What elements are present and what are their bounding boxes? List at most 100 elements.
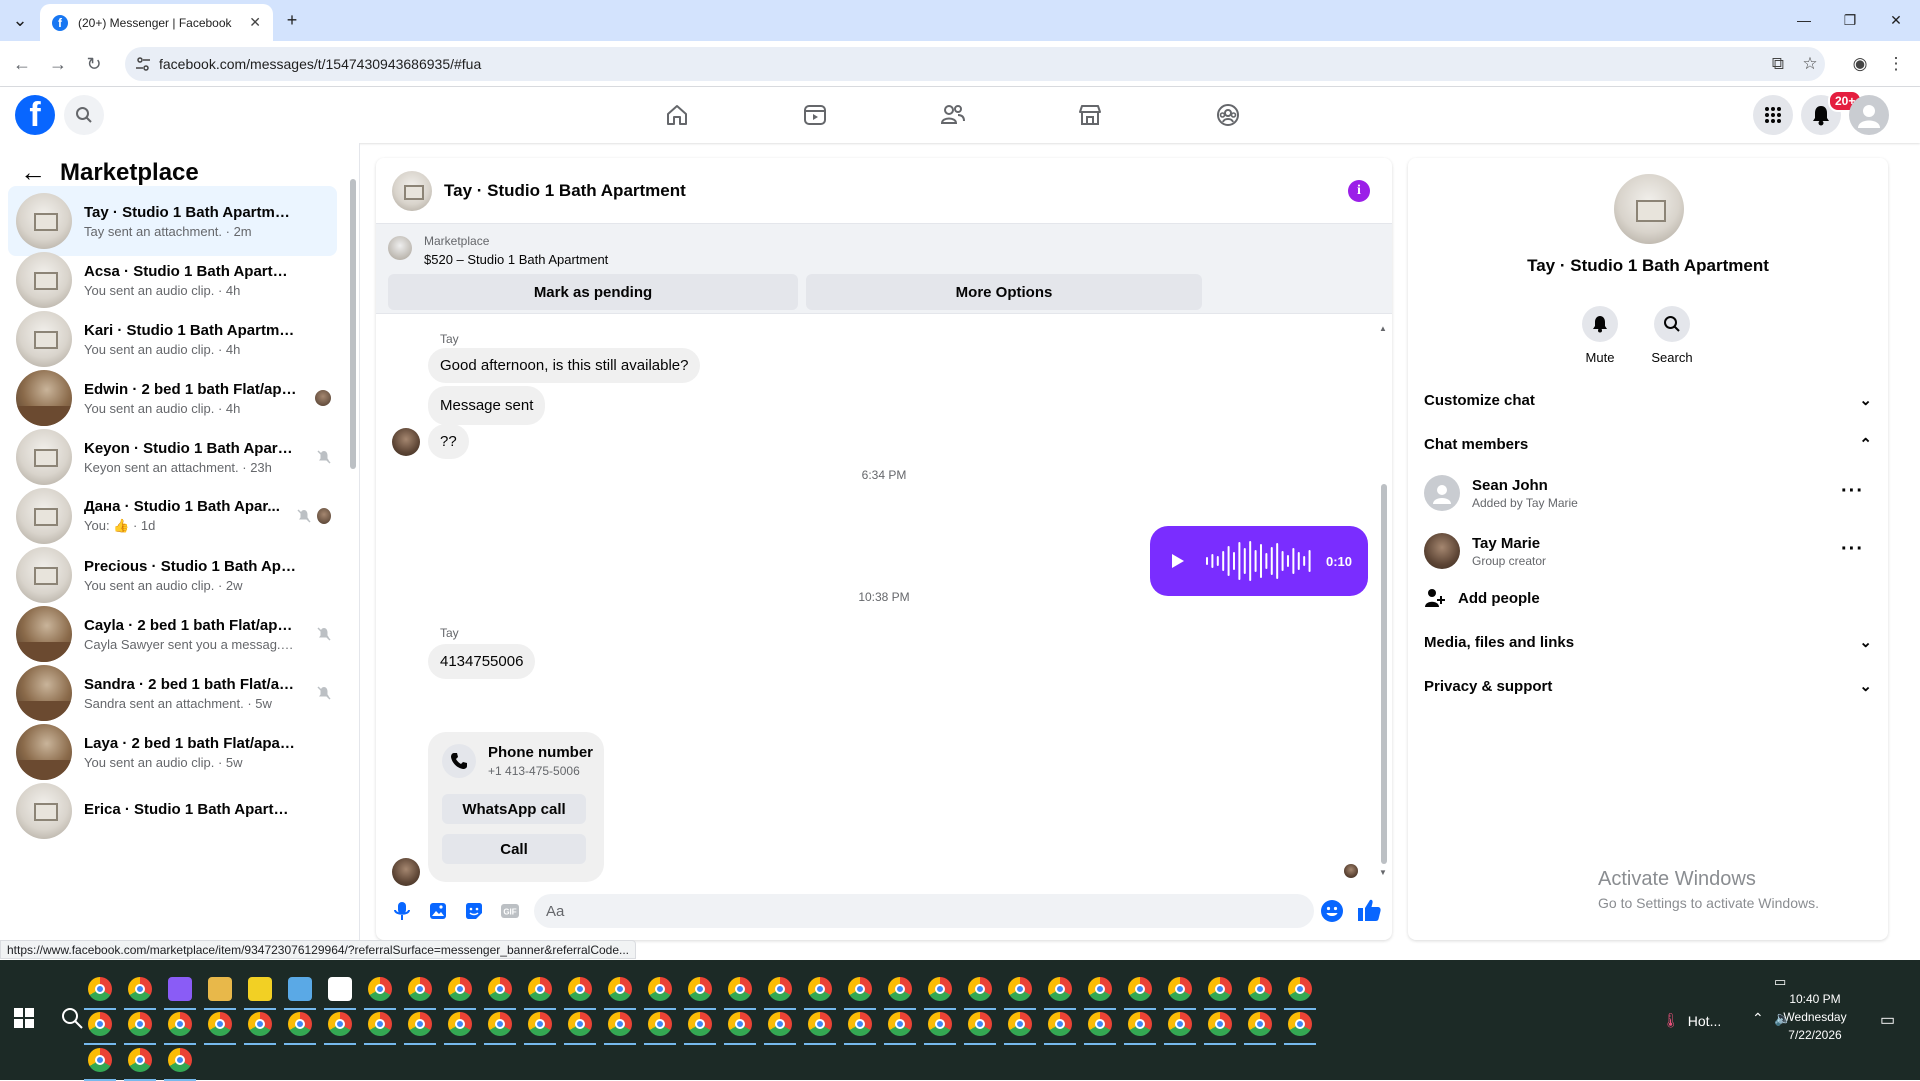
- chrome-icon[interactable]: [888, 1012, 912, 1036]
- chrome-icon[interactable]: [1208, 1012, 1232, 1036]
- message-bubble[interactable]: ??: [428, 424, 469, 459]
- chrome-icon[interactable]: [1208, 977, 1232, 1001]
- message-bubble[interactable]: Message sent: [428, 386, 546, 425]
- message-input[interactable]: [534, 894, 1314, 928]
- audio-waveform[interactable]: [1204, 539, 1314, 583]
- phone-number-card[interactable]: Phone number +1 413-475-5006 WhatsApp ca…: [428, 732, 604, 882]
- chrome-icon[interactable]: [448, 1012, 472, 1036]
- chrome-icon[interactable]: [1288, 977, 1312, 1001]
- back-arrow-icon[interactable]: ←: [20, 157, 46, 188]
- nav-marketplace[interactable]: [1035, 93, 1145, 137]
- chat-scrollbar[interactable]: ▲ ▼: [1379, 324, 1389, 880]
- chrome-icon[interactable]: [1248, 1012, 1272, 1036]
- chrome-icon[interactable]: [88, 977, 112, 1001]
- network-icon[interactable]: ▭: [1774, 974, 1786, 990]
- sticker-icon[interactable]: [462, 899, 486, 923]
- windows-start-icon[interactable]: [14, 1008, 34, 1028]
- chrome-icon[interactable]: [768, 977, 792, 1001]
- chrome-icon[interactable]: [408, 977, 432, 1001]
- chrome-icon[interactable]: [1008, 977, 1032, 1001]
- whatsapp-call-button[interactable]: WhatsApp call: [442, 794, 586, 824]
- chrome-icon[interactable]: [688, 977, 712, 1001]
- chrome-icon[interactable]: [728, 1012, 752, 1036]
- chrome-icon[interactable]: [88, 1048, 112, 1072]
- taskbar-app-icon[interactable]: [248, 977, 272, 1001]
- message-bubble[interactable]: Good afternoon, is this still available?: [428, 348, 701, 383]
- nav-groups[interactable]: [1173, 93, 1283, 137]
- media-files-row[interactable]: Media, files and links ⌄: [1424, 622, 1872, 662]
- play-icon[interactable]: [1166, 550, 1188, 572]
- close-window-icon[interactable]: ✕: [1873, 6, 1919, 34]
- audio-message[interactable]: 0:10: [1150, 526, 1368, 596]
- chrome-icon[interactable]: [128, 1048, 152, 1072]
- chrome-icon[interactable]: [1088, 977, 1112, 1001]
- browser-tab[interactable]: f (20+) Messenger | Facebook ✕: [40, 4, 273, 41]
- info-icon[interactable]: i: [1348, 180, 1370, 202]
- chrome-icon[interactable]: [368, 1012, 392, 1036]
- chrome-icon[interactable]: [648, 1012, 672, 1036]
- reload-icon[interactable]: ↻: [80, 50, 108, 78]
- chrome-icon[interactable]: [608, 1012, 632, 1036]
- chrome-icon[interactable]: [568, 977, 592, 1001]
- privacy-support-row[interactable]: Privacy & support ⌄: [1424, 666, 1872, 706]
- chrome-icon[interactable]: [528, 1012, 552, 1036]
- more-dots-icon[interactable]: ···: [1841, 480, 1864, 503]
- search-conversation-button[interactable]: Search: [1642, 306, 1702, 365]
- chrome-icon[interactable]: [168, 1012, 192, 1036]
- chrome-icon[interactable]: [1128, 977, 1152, 1001]
- chrome-icon[interactable]: [1048, 1012, 1072, 1036]
- nav-home[interactable]: [622, 93, 732, 137]
- chrome-icon[interactable]: [528, 977, 552, 1001]
- notification-center-icon[interactable]: ▭: [1880, 1010, 1895, 1030]
- mark-as-pending-button[interactable]: Mark as pending: [388, 274, 798, 310]
- nav-video[interactable]: [760, 93, 870, 137]
- taskbar-app-icon[interactable]: [288, 977, 312, 1001]
- member-row[interactable]: Sean John Added by Tay Marie ···: [1424, 468, 1872, 518]
- chrome-icon[interactable]: [288, 1012, 312, 1036]
- facebook-logo-icon[interactable]: f: [15, 95, 55, 135]
- profile-icon[interactable]: ◉: [1848, 52, 1872, 76]
- site-info-icon[interactable]: [135, 56, 151, 72]
- microphone-icon[interactable]: [390, 899, 414, 923]
- tab-close-icon[interactable]: ✕: [249, 14, 261, 31]
- tray-chevron-icon[interactable]: ⌃: [1752, 1010, 1764, 1027]
- taskbar-app-icon[interactable]: [168, 977, 192, 1001]
- member-row[interactable]: Tay Marie Group creator ···: [1424, 526, 1872, 576]
- chrome-icon[interactable]: [568, 1012, 592, 1036]
- photo-icon[interactable]: [426, 899, 450, 923]
- more-options-button[interactable]: More Options: [806, 274, 1202, 310]
- minimize-icon[interactable]: —: [1781, 6, 1827, 34]
- chrome-icon[interactable]: [408, 1012, 432, 1036]
- gif-icon[interactable]: GIF: [498, 899, 522, 923]
- chrome-icon[interactable]: [168, 1048, 192, 1072]
- chrome-icon[interactable]: [928, 1012, 952, 1036]
- taskbar-app-icon[interactable]: [328, 977, 352, 1001]
- restore-icon[interactable]: ❐: [1827, 6, 1873, 34]
- menu-grid-button[interactable]: [1753, 95, 1793, 135]
- chrome-icon[interactable]: [848, 1012, 872, 1036]
- chrome-icon[interactable]: [448, 977, 472, 1001]
- message-bubble[interactable]: 4134755006: [428, 644, 536, 679]
- nav-friends[interactable]: [898, 93, 1008, 137]
- chrome-icon[interactable]: [1088, 1012, 1112, 1036]
- customize-chat-row[interactable]: Customize chat ⌄: [1424, 380, 1872, 420]
- account-avatar[interactable]: [1849, 95, 1889, 135]
- chrome-icon[interactable]: [608, 977, 632, 1001]
- taskbar-app-icon[interactable]: [208, 977, 232, 1001]
- thumbs-up-icon[interactable]: [1356, 897, 1382, 923]
- chrome-icon[interactable]: [208, 1012, 232, 1036]
- taskbar-search-icon[interactable]: [60, 1006, 84, 1030]
- conversation-item[interactable]: Erica · Studio 1 Bath Apartment: [8, 776, 337, 846]
- chrome-icon[interactable]: [1168, 977, 1192, 1001]
- install-app-icon[interactable]: ⧉: [1766, 52, 1790, 76]
- chrome-icon[interactable]: [128, 1012, 152, 1036]
- chat-thumbnail[interactable]: [392, 170, 432, 211]
- emoji-icon[interactable]: [1320, 899, 1344, 923]
- mute-button[interactable]: Mute: [1570, 306, 1630, 365]
- chrome-icon[interactable]: [888, 977, 912, 1001]
- marketplace-banner[interactable]: Marketplace $520 – Studio 1 Bath Apartme…: [376, 224, 1392, 314]
- new-tab-button[interactable]: +: [280, 8, 304, 32]
- chrome-icon[interactable]: [808, 977, 832, 1001]
- chat-title[interactable]: Tay · Studio 1 Bath Apartment: [444, 181, 686, 201]
- sender-avatar[interactable]: [392, 428, 420, 456]
